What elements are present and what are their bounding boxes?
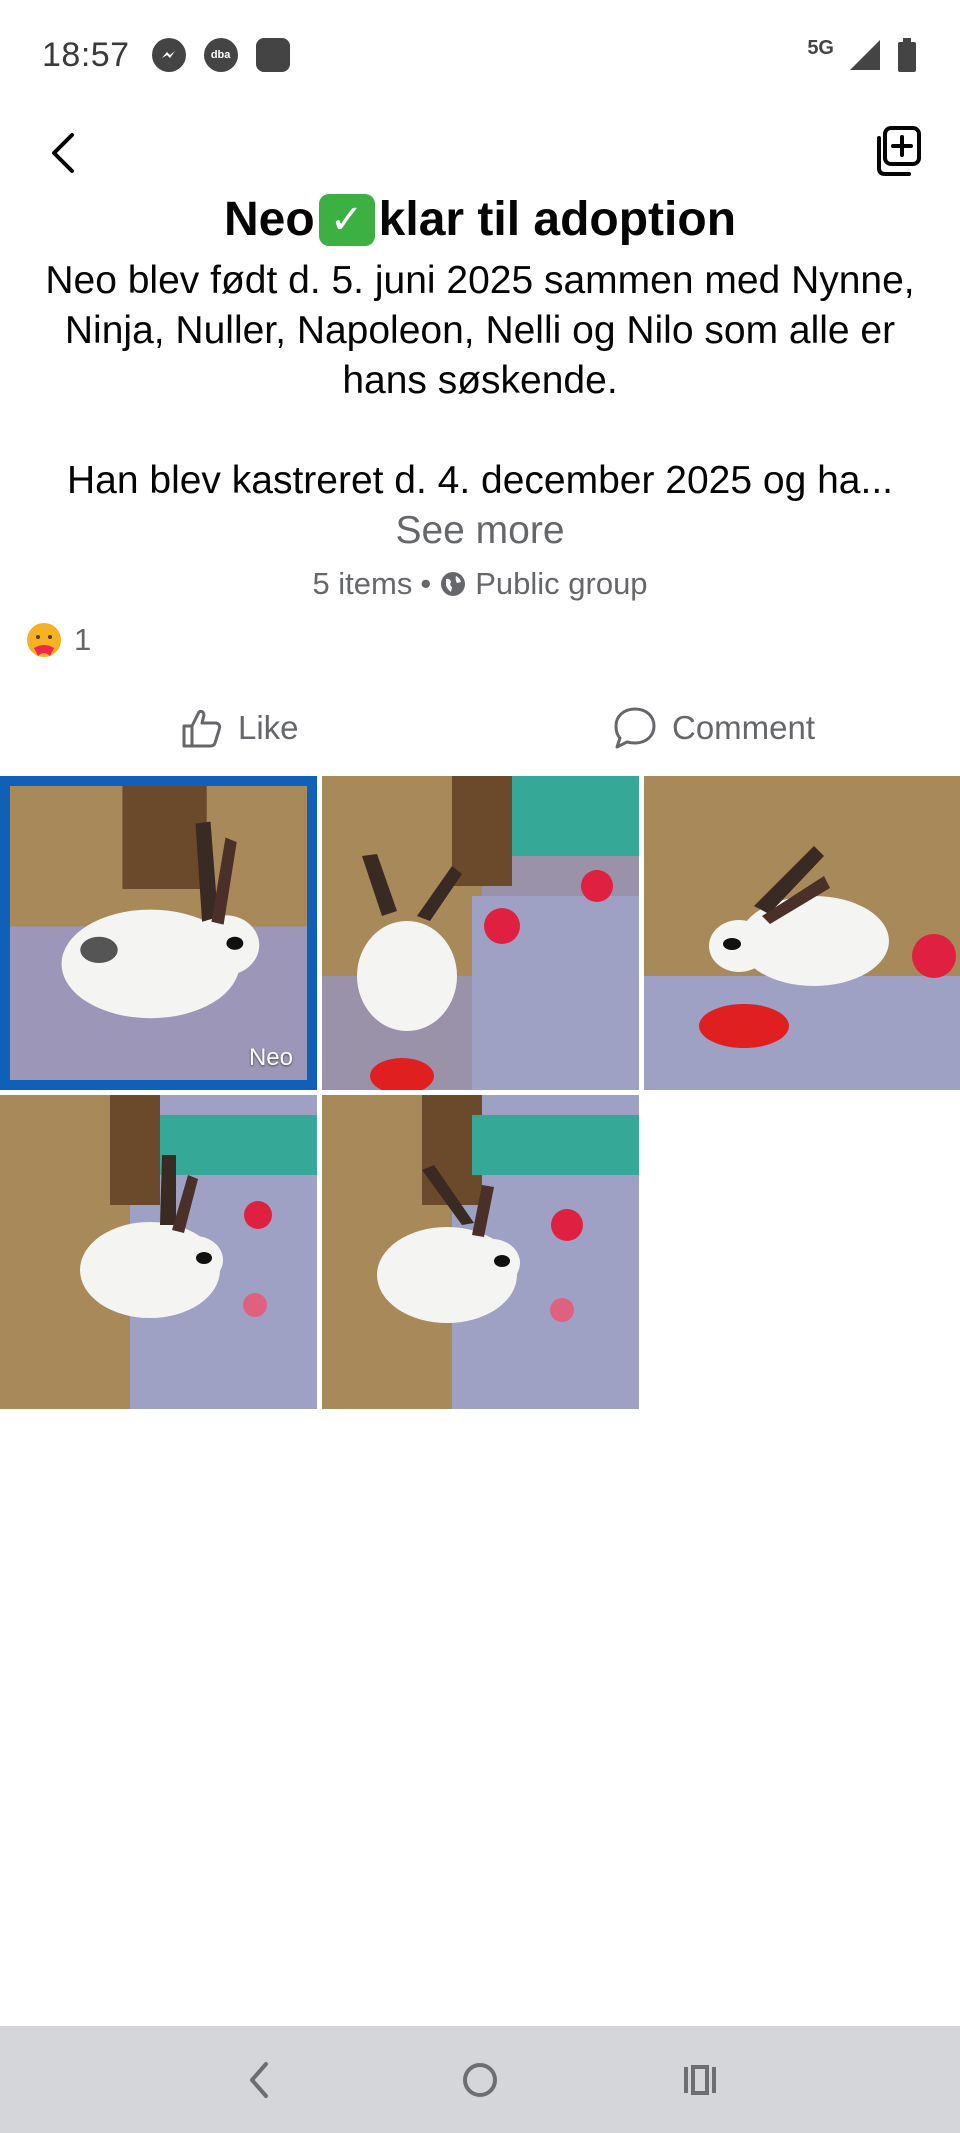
group-visibility: Public group: [475, 566, 648, 601]
back-button[interactable]: [40, 125, 90, 181]
comment-bubble-icon: [614, 707, 656, 749]
globe-icon: [441, 572, 466, 596]
post-title-text: klar til adoption: [378, 193, 737, 246]
system-home-button[interactable]: [450, 2050, 510, 2110]
photo-1[interactable]: Neo: [0, 776, 317, 1090]
meta-separator: •: [420, 566, 432, 601]
add-to-collection-button[interactable]: [870, 122, 926, 182]
status-bar: 18:57 dba 5G: [0, 0, 960, 110]
thumbs-up-icon: [182, 709, 222, 748]
add-copy-icon: [877, 126, 921, 176]
photo-caption: Neo: [248, 1044, 293, 1071]
rabbit-photo-image: [322, 776, 639, 1090]
post-body-paragraph-2: Han blev kastreret d. 4. december 2025 o…: [40, 456, 920, 556]
photo-2[interactable]: [322, 776, 639, 1090]
post-title-name: Neo: [223, 193, 315, 246]
messenger-icon: [151, 38, 186, 72]
photo-5[interactable]: [322, 1095, 639, 1409]
post-body: Neo blev født d. 5. juni 2025 sammen med…: [40, 256, 920, 556]
chevron-left-icon: [52, 133, 74, 173]
dba-icon: dba: [203, 38, 238, 72]
post-title: Neo ✓ klar til adoption: [40, 190, 920, 250]
rabbit-photo-image: [0, 1095, 317, 1409]
status-time: 18:57: [42, 35, 130, 74]
items-count: 5 items: [312, 566, 413, 601]
system-nav-bar: [0, 2026, 960, 2133]
app-icon: [255, 38, 290, 72]
comment-button[interactable]: Comment: [612, 698, 815, 758]
network-label: 5G: [807, 36, 834, 59]
nav-recents-icon: [684, 2064, 716, 2095]
like-button[interactable]: Like: [180, 698, 299, 758]
see-more-link[interactable]: See more: [395, 509, 564, 552]
nav-home-icon: [463, 2062, 497, 2097]
reaction-count: 1: [74, 622, 92, 657]
post-body-truncated: Han blev kastreret d. 4. december 2025 o…: [67, 459, 893, 502]
photo-3[interactable]: [644, 776, 960, 1090]
battery-icon: [898, 38, 916, 72]
photo-4[interactable]: [0, 1095, 317, 1409]
reaction-summary[interactable]: 1: [24, 620, 91, 660]
rabbit-photo-image: [322, 1095, 639, 1409]
nav-back-icon: [250, 2061, 268, 2098]
comment-label: Comment: [672, 709, 816, 746]
status-right: 5G: [807, 37, 918, 73]
rabbit-photo-image: [10, 786, 307, 1080]
screen: 18:57 dba 5G Neo ✓ klar til adoption Neo: [0, 0, 960, 2133]
check-mark-icon: ✓: [318, 194, 375, 246]
system-recents-button[interactable]: [670, 2050, 730, 2110]
system-back-button[interactable]: [230, 2050, 290, 2110]
like-label: Like: [238, 709, 299, 746]
rabbit-photo-image: [644, 776, 960, 1090]
care-reaction-icon: [27, 623, 61, 657]
signal-icon: [850, 40, 880, 70]
post-body-paragraph-1: Neo blev født d. 5. juni 2025 sammen med…: [45, 259, 915, 402]
post-meta: 5 items • Public group: [40, 566, 920, 602]
